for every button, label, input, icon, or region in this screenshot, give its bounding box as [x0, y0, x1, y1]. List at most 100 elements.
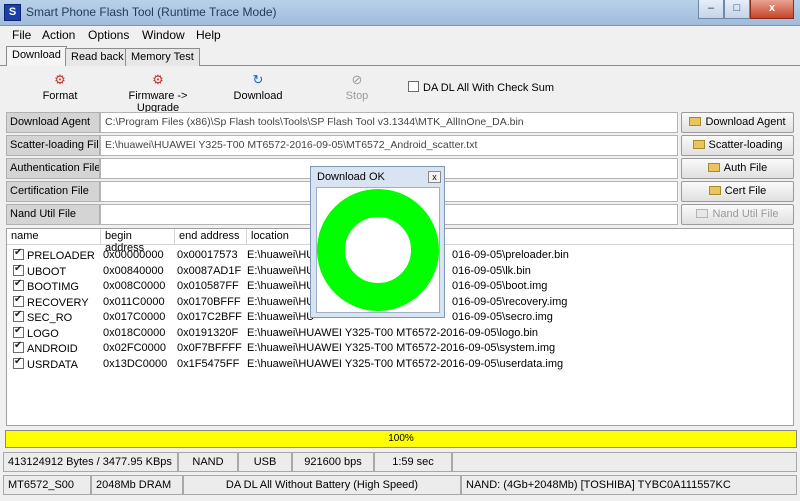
table-row[interactable]: USRDATA 0x13DC0000 0x1F5475FF E:\huawei\HUA…	[7, 356, 793, 372]
status-port: USB	[238, 452, 292, 472]
end-address: 0x0F7BFFFF	[177, 342, 242, 354]
end-address: 0x0191320F	[177, 326, 239, 339]
location-start: E:\huawei\HU	[247, 249, 315, 261]
location-start: E:\huawei\HU	[247, 264, 315, 277]
format-label: Format	[42, 90, 78, 102]
folder-icon	[692, 140, 705, 149]
close-button[interactable]: x	[750, 0, 794, 19]
folder-icon	[689, 117, 702, 126]
window-title: Smart Phone Flash Tool (Runtime Trace Mo…	[26, 5, 277, 19]
partition-name: RECOVERY	[27, 296, 89, 309]
begin-address: 0x011C0000	[103, 295, 165, 308]
progress-bar: 100%	[5, 430, 797, 448]
tab-memory-test[interactable]: Memory Test	[125, 48, 200, 66]
firmware-upgrade-button[interactable]: ⚙ Firmware -> Upgrade	[108, 72, 208, 114]
row-checkbox[interactable]	[13, 263, 24, 276]
scatter-loading-button[interactable]: Scatter-loading	[681, 135, 794, 156]
row-name: LOGO	[13, 325, 59, 340]
maximize-button[interactable]: □	[724, 0, 750, 19]
firmware-icon: ⚙	[152, 72, 164, 87]
download-agent-field[interactable]: C:\Program Files (x86)\Sp Flash tools\To…	[100, 112, 678, 133]
dialog-title: Download OK	[317, 171, 385, 183]
menu-options[interactable]: Options	[88, 28, 129, 42]
nand-util-button-label: Nand Util File	[712, 208, 779, 220]
scatter-file-label: Scatter-loading File	[6, 135, 100, 156]
location-end: 016-09-05\secro.img	[452, 311, 553, 323]
location-end: 016-09-05\recovery.img	[452, 295, 568, 308]
tab-bar: Download Read back Memory Test	[0, 46, 800, 66]
scatter-file-field[interactable]: E:\huawei\HUAWEI Y325-T00 MT6572-2016-09…	[100, 135, 678, 156]
row-name: USRDATA	[13, 356, 78, 371]
location-start: E:\huawei\HUAWEI Y325-T00 MT6572-2016-09…	[247, 357, 564, 370]
status-nand: NAND: (4Gb+2048Mb) [TOSHIBA] TYBC0A11155…	[461, 475, 797, 495]
row-checkbox[interactable]	[13, 325, 24, 338]
app-icon: S	[4, 4, 21, 21]
auth-file-button[interactable]: Auth File	[681, 158, 794, 179]
menu-action[interactable]: Action	[42, 28, 75, 42]
nand-util-button[interactable]: Nand Util File	[681, 204, 794, 225]
format-button[interactable]: ⚙ Format	[40, 72, 80, 102]
tab-download[interactable]: Download	[6, 46, 67, 66]
partition-name: SEC_RO	[27, 312, 73, 324]
auth-file-button-label: Auth File	[723, 162, 768, 174]
begin-address: 0x008C0000	[103, 280, 166, 292]
column-begin-address[interactable]: begin address	[101, 229, 175, 254]
menu-window[interactable]: Window	[142, 28, 185, 42]
row-checkbox[interactable]	[13, 340, 24, 353]
checksum-label: DA DL All With Check Sum	[423, 82, 555, 94]
title-bar: S Smart Phone Flash Tool (Runtime Trace …	[0, 0, 800, 26]
column-end-address[interactable]: end address	[175, 229, 247, 245]
begin-address: 0x13DC0000	[103, 357, 168, 370]
download-ok-dialog: Download OK x	[310, 166, 445, 318]
end-address: 0x00017573	[177, 249, 238, 261]
end-address: 0x1F5475FF	[177, 357, 240, 370]
row-name: UBOOT	[13, 263, 67, 278]
tab-read-back[interactable]: Read back	[65, 48, 130, 66]
checksum-checkbox[interactable]	[408, 81, 419, 92]
folder-icon	[696, 209, 709, 218]
partition-name: BOOTIMG	[27, 281, 79, 293]
dialog-body	[316, 187, 440, 313]
row-name: BOOTIMG	[13, 278, 79, 293]
status-bytes: 413124912 Bytes / 3477.95 KBps	[3, 452, 178, 472]
status-dram: 2048Mb DRAM	[91, 475, 183, 495]
scatter-loading-button-label: Scatter-loading	[708, 139, 783, 151]
row-name: ANDROID	[13, 340, 78, 355]
menu-file[interactable]: File	[12, 28, 31, 42]
end-address: 0x0087AD1F	[177, 264, 242, 277]
end-address: 0x0170BFFF	[177, 295, 241, 308]
row-name: PRELOADER	[13, 247, 95, 262]
success-ring-icon	[317, 189, 439, 311]
folder-icon	[708, 186, 721, 195]
minimize-button[interactable]: –	[698, 0, 724, 19]
location-end: 016-09-05\preloader.bin	[452, 249, 569, 261]
row-checkbox[interactable]	[13, 278, 24, 291]
checksum-option[interactable]: DA DL All With Check Sum	[408, 81, 554, 94]
partition-name: USRDATA	[27, 358, 78, 371]
table-row[interactable]: LOGO 0x018C0000 0x0191320F E:\huawei\HUAWEI…	[7, 325, 793, 341]
dialog-close-button[interactable]: x	[428, 171, 441, 183]
stop-button[interactable]: ⊘ Stop	[342, 72, 372, 102]
partition-name: ANDROID	[27, 343, 78, 355]
download-button[interactable]: ↻ Download	[230, 72, 286, 102]
begin-address: 0x02FC0000	[103, 342, 166, 354]
progress-text: 100%	[388, 433, 414, 444]
row-checkbox[interactable]	[13, 247, 24, 260]
partition-name: UBOOT	[27, 265, 67, 278]
cert-file-label: Certification File	[6, 181, 100, 202]
row-name: RECOVERY	[13, 294, 89, 309]
menu-help[interactable]: Help	[196, 28, 221, 42]
partition-name: LOGO	[27, 327, 59, 340]
begin-address: 0x00840000	[103, 264, 164, 277]
location-start: E:\huawei\HU	[247, 311, 315, 323]
row-checkbox[interactable]	[13, 294, 24, 307]
table-row[interactable]: ANDROID 0x02FC0000 0x0F7BFFFF E:\huawei\HUA…	[7, 340, 793, 356]
download-agent-button[interactable]: Download Agent	[681, 112, 794, 133]
end-address: 0x010587FF	[177, 280, 239, 292]
status-empty	[452, 452, 797, 472]
stop-label: Stop	[345, 90, 369, 102]
column-name[interactable]: name	[7, 229, 101, 245]
row-checkbox[interactable]	[13, 356, 24, 369]
row-checkbox[interactable]	[13, 309, 24, 322]
cert-file-button[interactable]: Cert File	[681, 181, 794, 202]
